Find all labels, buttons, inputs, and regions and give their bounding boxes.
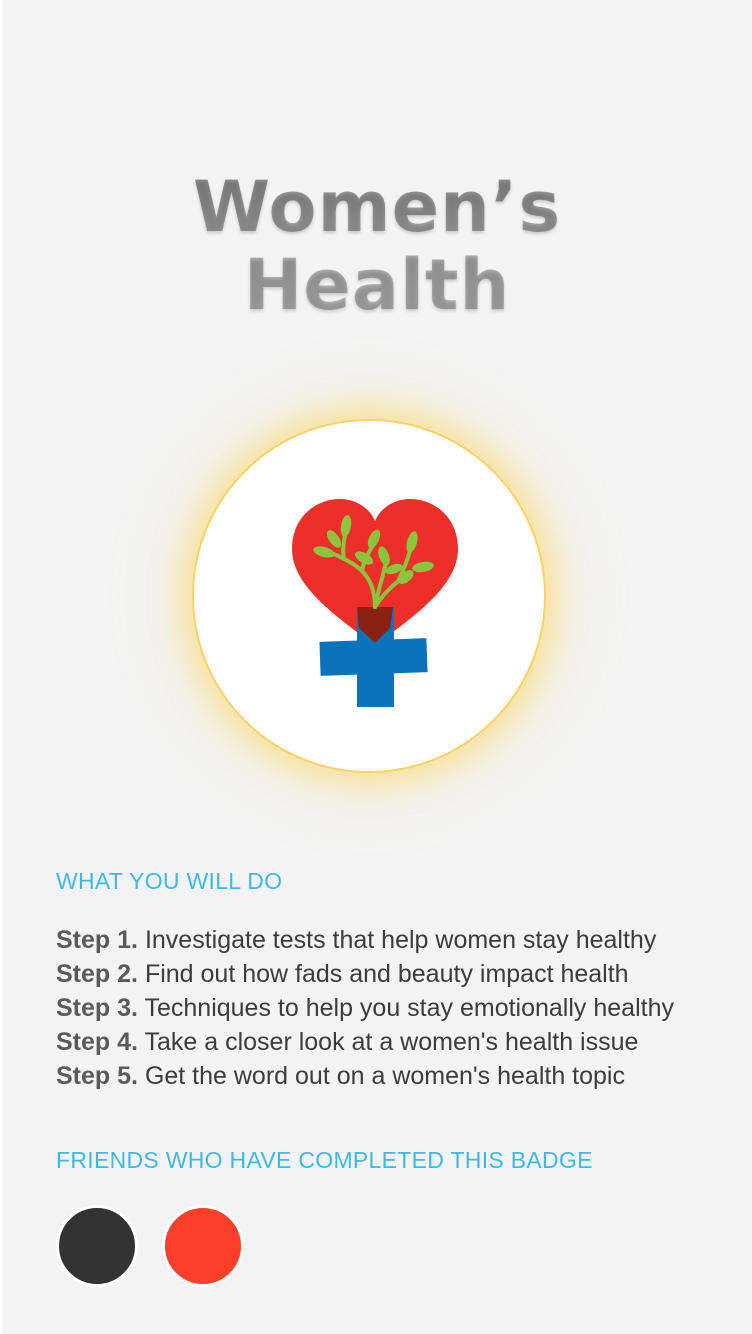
list-item: Step 5. Get the word out on a women's he… [56,1059,746,1093]
avatar[interactable] [162,1205,244,1287]
step-text: Techniques to help you stay emotionally … [144,994,674,1022]
cross-horizontal [319,638,428,676]
step-number: Step 1. [56,926,138,954]
step-number: Step 3. [56,994,138,1022]
step-number: Step 4. [56,1028,138,1056]
avatar[interactable] [56,1205,138,1287]
badge-detail-screen: Women’s Health WHAT YOU WILL DO Step 1. … [2,0,752,1334]
step-text: Take a closer look at a women's health i… [144,1028,639,1056]
page-title-line-2: Health [243,244,511,326]
list-item: Step 2. Find out how fads and beauty imp… [56,957,746,991]
step-text: Get the word out on a women's health top… [144,1062,625,1090]
step-text: Find out how fads and beauty impact heal… [144,960,629,988]
friends-heading: FRIENDS WHO HAVE COMPLETED THIS BADGE [56,1147,593,1173]
page-title-line-1: Women’s [192,166,562,248]
page-title: Women’s Health [2,168,752,324]
list-item: Step 4. Take a closer look at a women's … [56,1025,746,1059]
list-item: Step 1. Investigate tests that help wome… [56,923,746,957]
what-you-will-do-heading: WHAT YOU WILL DO [56,868,283,894]
list-item: Step 3. Techniques to help you stay emot… [56,991,746,1025]
step-number: Step 5. [56,1062,138,1090]
steps-list: Step 1. Investigate tests that help wome… [56,923,746,1093]
step-text: Investigate tests that help women stay h… [144,926,657,954]
badge-emblem [192,419,546,773]
step-number: Step 2. [56,960,138,988]
heart-with-sprouts-and-cross-icon [292,499,458,707]
